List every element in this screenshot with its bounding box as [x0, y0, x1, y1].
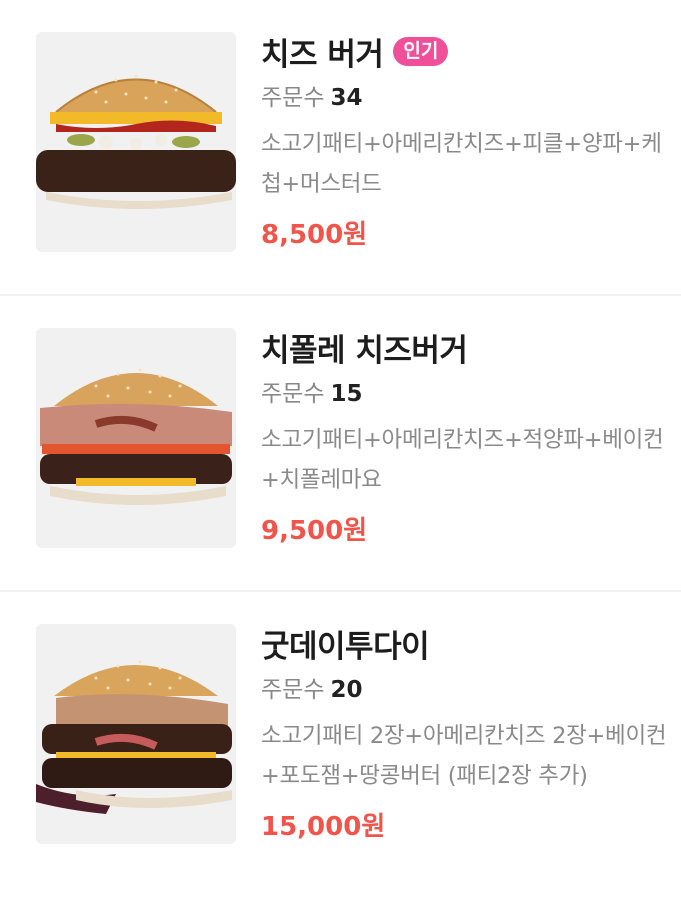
menu-item-info: 치폴레 치즈버거 주문수 15 소고기패티+아메리칸치즈+적양파+베이컨+치폴레마… — [261, 324, 671, 547]
menu-item-description: 소고기패티 2장+아메리칸치즈 2장+베이컨+포도잼+땅콩버터 (패티2장 추가… — [261, 723, 667, 789]
menu-list: 치즈 버거 인기 주문수 34 소고기패티+아메리칸치즈+피클+양파+케첩+머스터… — [0, 0, 681, 888]
order-count-value: 15 — [330, 381, 363, 407]
menu-item-name: 치폴레 치즈버거 — [261, 332, 468, 369]
cheese-burger-image — [36, 32, 236, 252]
menu-item-chipotle-cheese-burger[interactable]: 치폴레 치즈버거 주문수 15 소고기패티+아메리칸치즈+적양파+베이컨+치폴레마… — [0, 296, 681, 592]
good-day-to-die-burger-image — [36, 624, 236, 844]
menu-item-name: 굿데이투다이 — [261, 628, 430, 665]
order-count-label: 주문수 — [261, 381, 325, 407]
order-count-label: 주문수 — [261, 677, 325, 703]
menu-item-description: 소고기패티+아메리칸치즈+적양파+베이컨+치폴레마요 — [261, 427, 664, 493]
order-count: 주문수 15 — [261, 374, 671, 414]
popular-badge: 인기 — [393, 36, 449, 66]
order-count-value: 34 — [330, 85, 363, 111]
order-count: 주문수 20 — [261, 670, 671, 710]
menu-item-price: 8,500원 — [261, 220, 368, 250]
menu-item-name: 치즈 버거 — [261, 36, 384, 73]
order-count-value: 20 — [330, 677, 363, 703]
menu-item-info: 굿데이투다이 주문수 20 소고기패티 2장+아메리칸치즈 2장+베이컨+포도잼+… — [261, 620, 671, 843]
menu-item-good-day-to-die[interactable]: 굿데이투다이 주문수 20 소고기패티 2장+아메리칸치즈 2장+베이컨+포도잼+… — [0, 592, 681, 888]
menu-item-price: 9,500원 — [261, 516, 368, 546]
menu-item-info: 치즈 버거 인기 주문수 34 소고기패티+아메리칸치즈+피클+양파+케첩+머스터… — [261, 28, 671, 251]
menu-item-cheese-burger[interactable]: 치즈 버거 인기 주문수 34 소고기패티+아메리칸치즈+피클+양파+케첩+머스터… — [0, 0, 681, 296]
menu-item-description: 소고기패티+아메리칸치즈+피클+양파+케첩+머스터드 — [261, 131, 662, 197]
chipotle-cheese-burger-image — [36, 328, 236, 548]
menu-item-price: 15,000원 — [261, 812, 386, 842]
order-count-label: 주문수 — [261, 85, 325, 111]
order-count: 주문수 34 — [261, 78, 671, 118]
